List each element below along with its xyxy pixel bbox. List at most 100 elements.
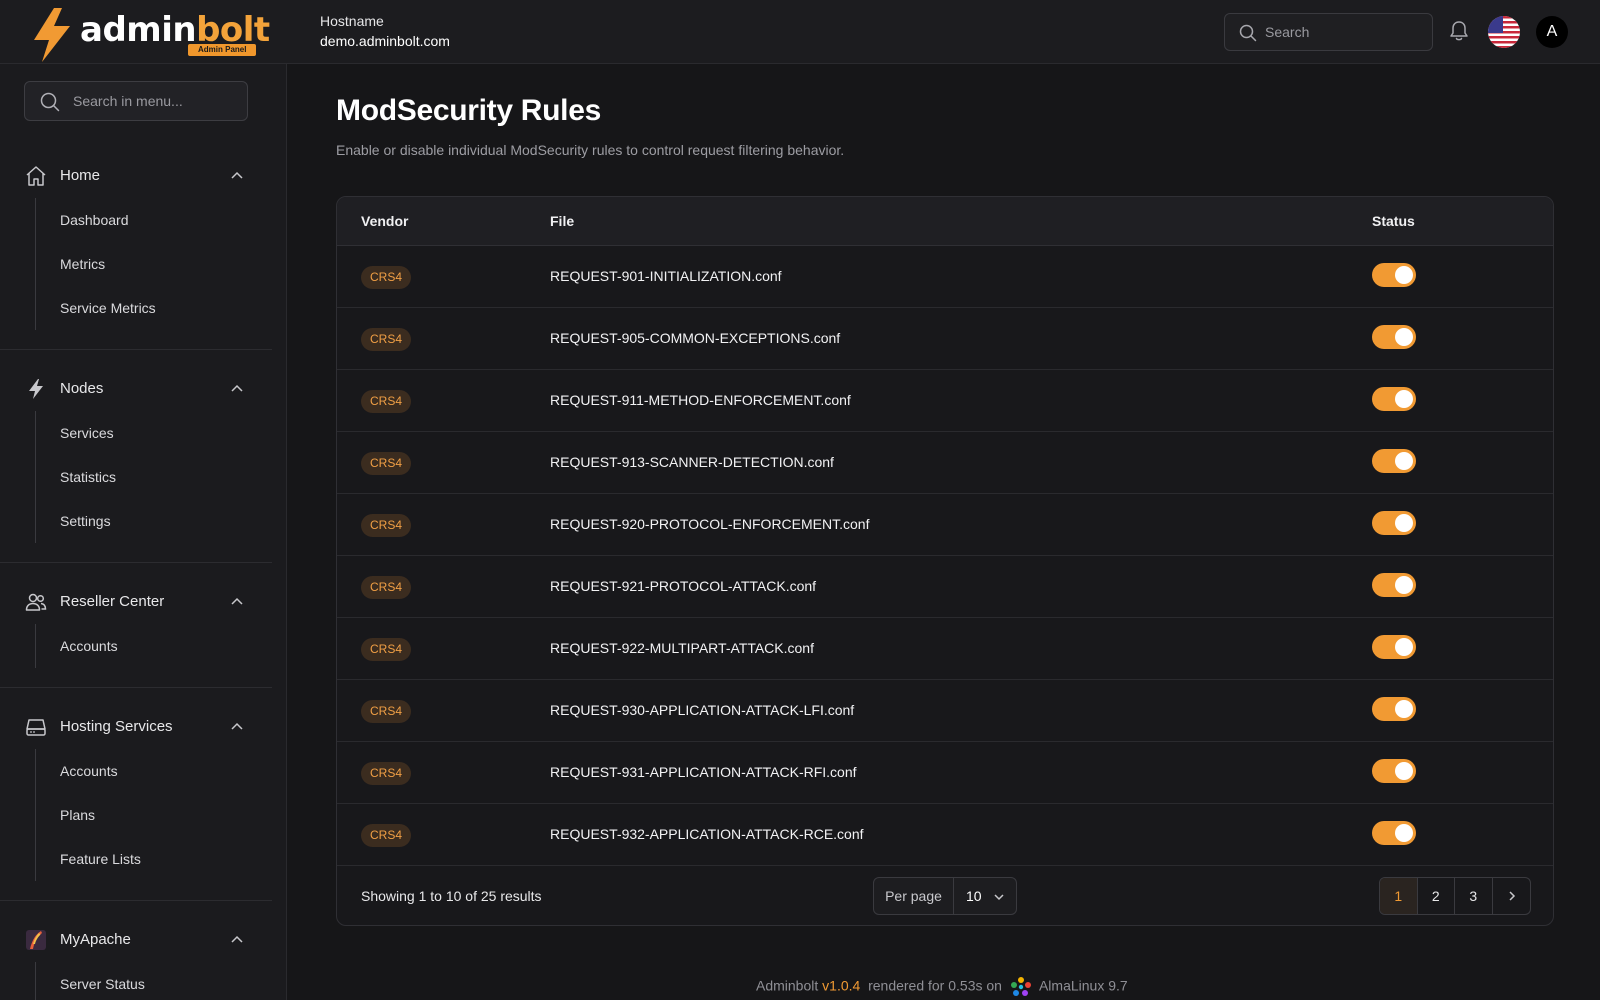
status-toggle[interactable] [1372,449,1416,473]
sidebar: Home Dashboard Metrics Service Metrics N… [0,64,287,1000]
status-toggle[interactable] [1372,387,1416,411]
sidebar-item-settings[interactable]: Settings [36,499,272,543]
bell-icon[interactable] [1449,20,1469,42]
sidebar-item-services[interactable]: Services [36,411,272,455]
table-row: CRS4 REQUEST-905-COMMON-EXCEPTIONS.conf [337,308,1553,370]
toggle-knob [1395,390,1413,408]
vendor-badge: CRS4 [361,390,412,413]
search-icon [40,92,60,112]
toggle-knob [1395,824,1413,842]
sidebar-item-hosting-accounts[interactable]: Accounts [36,749,272,793]
per-page-value: 10 [966,888,982,904]
sidebar-item-plans[interactable]: Plans [36,793,272,837]
menu-search-input[interactable] [73,82,243,120]
avatar[interactable]: A [1536,16,1568,48]
sidebar-item-reseller-accounts[interactable]: Accounts [36,624,272,668]
table-row: CRS4 REQUEST-931-APPLICATION-ATTACK-RFI.… [337,742,1553,804]
status-toggle[interactable] [1372,511,1416,535]
per-page-select[interactable]: Per page 10 [873,877,1017,915]
status-toggle[interactable] [1372,263,1416,287]
hostname-info: Hostname demo.adminbolt.com [320,11,450,51]
per-page-label: Per page [874,878,954,914]
sidebar-group-toggle-myapache[interactable]: MyApache [0,918,272,962]
table-row: CRS4 REQUEST-930-APPLICATION-ATTACK-LFI.… [337,680,1553,742]
sidebar-divider [0,562,272,563]
page-button-2[interactable]: 2 [1418,878,1455,914]
footer-os: AlmaLinux 9.7 [1038,977,1128,994]
sidebar-group-toggle-home[interactable]: Home [0,154,272,198]
rule-file-name: REQUEST-931-APPLICATION-ATTACK-RFI.conf [550,764,857,780]
column-header-file[interactable]: File [550,213,574,229]
adminbolt-logo[interactable]: adminbolt Admin Panel [30,6,270,62]
sidebar-group-title: Home [60,167,101,184]
column-header-status[interactable]: Status [1372,213,1415,229]
status-toggle[interactable] [1372,573,1416,597]
sidebar-item-metrics[interactable]: Metrics [36,242,272,286]
rule-file-name: REQUEST-913-SCANNER-DETECTION.conf [550,454,834,470]
pagination: 1 2 3 [1379,877,1531,915]
top-header: adminbolt Admin Panel Hostname demo.admi… [0,0,1600,64]
sidebar-group-title: Reseller Center [60,593,165,610]
sidebar-group-myapache: MyApache Server Status [0,918,272,1000]
sidebar-item-feature-lists[interactable]: Feature Lists [36,837,272,881]
page-button-1[interactable]: 1 [1380,878,1418,914]
status-toggle[interactable] [1372,821,1416,845]
toggle-knob [1395,762,1413,780]
hostname-label: Hostname [320,13,384,29]
server-icon [26,719,46,736]
toggle-knob [1395,328,1413,346]
results-summary: Showing 1 to 10 of 25 results [361,888,542,904]
page-button-3[interactable]: 3 [1455,878,1493,914]
toggle-knob [1395,452,1413,470]
sidebar-group-toggle-reseller-center[interactable]: Reseller Center [0,580,272,624]
sidebar-group-home: Home Dashboard Metrics Service Metrics [0,154,272,330]
status-toggle[interactable] [1372,325,1416,349]
status-toggle[interactable] [1372,697,1416,721]
sidebar-group-hosting-services: Hosting Services Accounts Plans Feature … [0,705,272,881]
sidebar-item-service-metrics[interactable]: Service Metrics [36,286,272,330]
status-toggle[interactable] [1372,759,1416,783]
bolt-icon [29,379,43,399]
column-header-vendor[interactable]: Vendor [361,213,408,229]
vendor-badge: CRS4 [361,452,412,475]
sidebar-group-title: Hosting Services [60,718,173,735]
global-search-input[interactable] [1265,14,1425,50]
sidebar-submenu-nodes: Services Statistics Settings [35,411,272,543]
table-row: CRS4 REQUEST-920-PROTOCOL-ENFORCEMENT.co… [337,494,1553,556]
vendor-badge: CRS4 [361,824,412,847]
status-toggle[interactable] [1372,635,1416,659]
rule-file-name: REQUEST-932-APPLICATION-ATTACK-RCE.conf [550,826,864,842]
footer-render-time: rendered for 0.53s on [868,977,1002,994]
sidebar-item-statistics[interactable]: Statistics [36,455,272,499]
table-row: CRS4 REQUEST-913-SCANNER-DETECTION.conf [337,432,1553,494]
table-row: CRS4 REQUEST-921-PROTOCOL-ATTACK.conf [337,556,1553,618]
sidebar-item-dashboard[interactable]: Dashboard [36,198,272,242]
sidebar-divider [0,349,272,350]
vendor-badge: CRS4 [361,576,412,599]
vendor-badge: CRS4 [361,762,412,785]
chevron-up-icon [231,722,243,730]
home-icon [26,166,46,186]
footer-app-name: Adminbolt [756,977,819,994]
vendor-badge: CRS4 [361,700,412,723]
chevron-up-icon [231,171,243,179]
sidebar-divider [0,687,272,688]
sidebar-group-title: MyApache [60,931,131,948]
sidebar-group-toggle-nodes[interactable]: Nodes [0,367,272,411]
toggle-knob [1395,266,1413,284]
rule-file-name: REQUEST-911-METHOD-ENFORCEMENT.conf [550,392,851,408]
next-page-button[interactable] [1493,878,1530,914]
rule-file-name: REQUEST-920-PROTOCOL-ENFORCEMENT.conf [550,516,870,532]
menu-search[interactable] [24,81,248,121]
us-flag-icon[interactable] [1488,16,1520,48]
chevron-right-icon [1508,891,1515,901]
global-search[interactable] [1224,13,1433,51]
table-row: CRS4 REQUEST-922-MULTIPART-ATTACK.conf [337,618,1553,680]
rule-file-name: REQUEST-930-APPLICATION-ATTACK-LFI.conf [550,702,855,718]
sidebar-group-toggle-hosting-services[interactable]: Hosting Services [0,705,272,749]
sidebar-item-server-status[interactable]: Server Status [36,962,272,1000]
footer-version: v1.0.4 [822,977,861,994]
page-title: ModSecurity Rules [336,94,601,127]
rule-file-name: REQUEST-922-MULTIPART-ATTACK.conf [550,640,814,656]
table-row: CRS4 REQUEST-911-METHOD-ENFORCEMENT.conf [337,370,1553,432]
